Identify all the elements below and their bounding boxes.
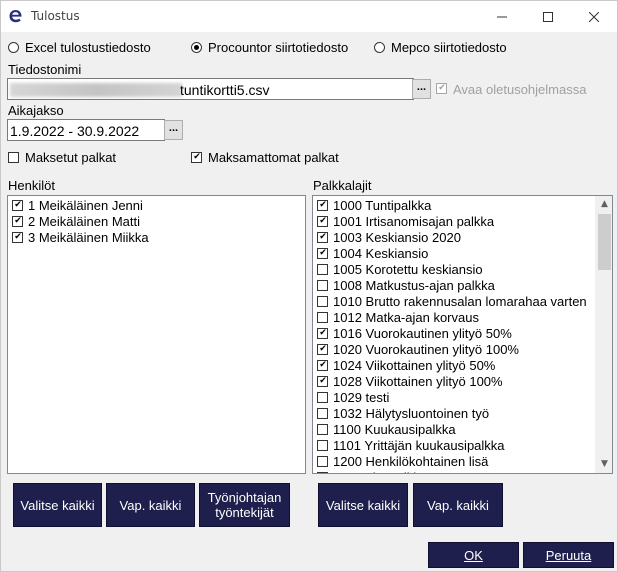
unpaid-label[interactable]: Maksamattomat palkat <box>208 150 339 165</box>
wage-type-checkbox[interactable] <box>317 216 328 227</box>
redacted-path <box>10 83 182 97</box>
wage-type-checkbox[interactable] <box>317 280 328 291</box>
persons-list[interactable]: 1 Meikäläinen Jenni 2 Meikäläinen Matti … <box>7 195 306 474</box>
title-bar[interactable]: Tulostus <box>1 1 617 32</box>
person-label: 2 Meikäläinen Matti <box>28 214 140 229</box>
wage-type-label: 1012 Matka-ajan korvaus <box>333 310 479 325</box>
wage-type-checkbox[interactable] <box>317 360 328 371</box>
person-label: 3 Meikäläinen Miikka <box>28 230 149 245</box>
wage-type-label: 1010 Brutto rakennusalan lomarahaa varte… <box>333 294 587 309</box>
wage-type-checkbox[interactable] <box>317 328 328 339</box>
wage-type-checkbox[interactable] <box>317 344 328 355</box>
wage-type-checkbox[interactable] <box>317 232 328 243</box>
wage-type-checkbox[interactable] <box>317 408 328 419</box>
wage-type-label: 1000 Tuntipalkka <box>333 198 432 213</box>
wage-type-checkbox[interactable] <box>317 440 328 451</box>
person-checkbox[interactable] <box>12 232 23 243</box>
wage-types-list[interactable]: 1000 Tuntipalkka1001 Irtisanomisajan pal… <box>312 195 613 474</box>
wage-type-checkbox[interactable] <box>317 424 328 435</box>
filename-value: tuntikortti5.csv <box>180 82 270 98</box>
radio-excel[interactable] <box>8 42 19 53</box>
radio-procountor[interactable] <box>191 42 202 53</box>
ok-label: OK <box>464 547 483 563</box>
radio-mepco-label[interactable]: Mepco siirtotiedosto <box>391 40 507 55</box>
open-default-label: Avaa oletusohjelmassa <box>453 82 587 97</box>
person-label: 1 Meikäläinen Jenni <box>28 198 143 213</box>
wage-type-label: 1201 Lisäpalkka <box>333 470 427 473</box>
ok-button[interactable]: OK <box>428 542 519 568</box>
maximize-icon <box>543 11 553 22</box>
minimize-button[interactable] <box>479 1 525 32</box>
supervisor-employees-button[interactable]: Työnjohtajan työntekijät <box>199 483 290 527</box>
wage-type-label: 1032 Hälytysluontoinen työ <box>333 406 490 421</box>
wage-type-checkbox[interactable] <box>317 376 328 387</box>
wage-type-checkbox[interactable] <box>317 264 328 275</box>
wage-type-checkbox[interactable] <box>317 296 328 307</box>
wage-type-label: 1005 Korotettu keskiansio <box>333 262 483 277</box>
wage-type-checkbox[interactable] <box>317 456 328 467</box>
close-icon <box>589 11 599 22</box>
wage-type-checkbox[interactable] <box>317 472 328 473</box>
e-logo-icon <box>9 10 22 23</box>
period-input[interactable]: 1.9.2022 - 30.9.2022 <box>7 119 165 141</box>
wage-type-label: 1004 Keskiansio <box>333 246 429 261</box>
radio-procountor-label[interactable]: Procountor siirtotiedosto <box>208 40 348 55</box>
persons-label: Henkilöt <box>8 178 55 193</box>
person-checkbox[interactable] <box>12 216 23 227</box>
period-value: 1.9.2022 - 30.9.2022 <box>10 123 140 139</box>
print-dialog: Tulostus Excel tulostustiedosto Procount… <box>0 0 618 572</box>
person-checkbox[interactable] <box>12 200 23 211</box>
persons-clear-all-button[interactable]: Vap. kaikki <box>106 483 195 527</box>
wage-type-label: 1008 Matkustus-ajan palkka <box>333 278 495 293</box>
wage-type-checkbox[interactable] <box>317 200 328 211</box>
paid-checkbox[interactable] <box>8 152 19 163</box>
wage-type-label: 1024 Viikottainen ylityö 50% <box>333 358 496 373</box>
wage-type-checkbox[interactable] <box>317 248 328 259</box>
paid-label[interactable]: Maksetut palkat <box>25 150 116 165</box>
wage-type-label: 1100 Kuukausipalkka <box>333 422 456 437</box>
wage-types-scrollbar[interactable]: ▲ ▼ <box>595 196 612 473</box>
filename-input[interactable]: tuntikortti5.csv <box>7 78 414 100</box>
wage-type-label: 1028 Viikottainen ylityö 100% <box>333 374 503 389</box>
wage-type-label: 1101 Yrittäjän kuukausipalkka <box>333 438 505 453</box>
persons-select-all-button[interactable]: Valitse kaikki <box>13 483 102 527</box>
wage-type-label: 1029 testi <box>333 390 390 405</box>
open-default-checkbox[interactable] <box>436 83 447 94</box>
unpaid-checkbox[interactable] <box>191 152 202 163</box>
wage-select-all-button[interactable]: Valitse kaikki <box>318 483 408 527</box>
cancel-button[interactable]: Peruuta <box>523 542 614 568</box>
radio-excel-label[interactable]: Excel tulostustiedosto <box>25 40 151 55</box>
period-browse-button[interactable]: ... <box>164 120 183 140</box>
scroll-up-icon[interactable]: ▲ <box>596 196 612 213</box>
wage-type-label: 1001 Irtisanomisajan palkka <box>333 214 495 229</box>
wage-type-label: 1003 Keskiansio 2020 <box>333 230 461 245</box>
close-button[interactable] <box>571 1 617 32</box>
wage-clear-all-button[interactable]: Vap. kaikki <box>413 483 503 527</box>
wage-type-label: 1016 Vuorokautinen ylityö 50% <box>333 326 512 341</box>
wage-type-checkbox[interactable] <box>317 312 328 323</box>
scroll-thumb[interactable] <box>598 214 611 270</box>
filename-browse-button[interactable]: ... <box>412 79 431 99</box>
wage-type-checkbox[interactable] <box>317 392 328 403</box>
maximize-button[interactable] <box>525 1 571 32</box>
wage-type-label: 1020 Vuorokautinen ylityö 100% <box>333 342 519 357</box>
wage-type-label: 1200 Henkilökohtainen lisä <box>333 454 489 469</box>
wage-types-label: Palkkalajit <box>313 178 372 193</box>
minimize-icon <box>497 16 507 17</box>
scroll-down-icon[interactable]: ▼ <box>596 456 612 473</box>
filename-label: Tiedostonimi <box>8 62 82 77</box>
cancel-label: Peruuta <box>545 547 592 563</box>
window-title: Tulostus <box>31 9 80 23</box>
radio-mepco[interactable] <box>374 42 385 53</box>
period-label: Aikajakso <box>8 103 64 118</box>
